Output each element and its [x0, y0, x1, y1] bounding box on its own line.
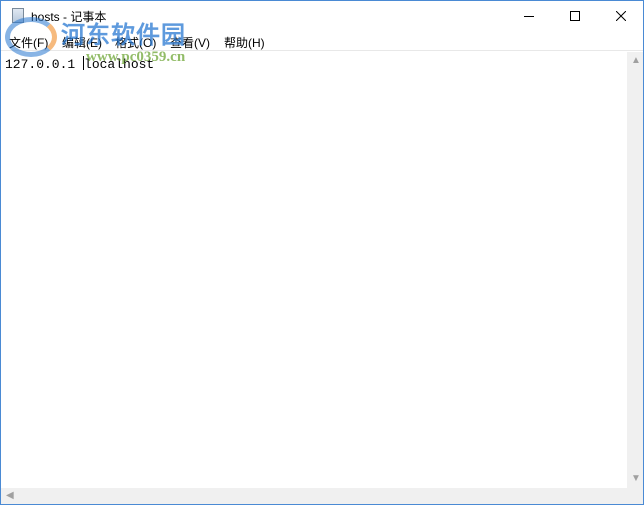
- menu-bar: 文件(F) 编辑(E) 格式(O) 查看(V) 帮助(H): [1, 31, 643, 51]
- horizontal-scrollbar[interactable]: ◀: [1, 488, 627, 504]
- menu-file[interactable]: 文件(F): [9, 34, 48, 51]
- scroll-up-icon[interactable]: ▲: [631, 55, 641, 66]
- close-button[interactable]: [598, 1, 644, 31]
- notepad-icon: [12, 8, 24, 23]
- editor-text: 127.0.0.1: [5, 57, 84, 72]
- minimize-button[interactable]: [506, 1, 552, 31]
- notepad-window: hosts - 记事本 文件(F) 编辑(E) 格式(O) 查看(V) 帮助(H…: [0, 0, 644, 505]
- maximize-button[interactable]: [552, 1, 598, 31]
- vertical-scrollbar[interactable]: ▲ ▼: [627, 52, 643, 488]
- resize-grip-icon[interactable]: [627, 488, 643, 504]
- menu-format[interactable]: 格式(O): [115, 34, 156, 51]
- scroll-down-icon[interactable]: ▼: [631, 473, 641, 484]
- title-bar[interactable]: hosts - 记事本: [1, 1, 643, 31]
- menu-view[interactable]: 查看(V): [170, 34, 210, 51]
- maximize-icon: [570, 11, 580, 21]
- editor-text-after-caret: localhost: [84, 57, 155, 72]
- menu-edit[interactable]: 编辑(E): [62, 34, 102, 51]
- minimize-icon: [524, 16, 534, 17]
- close-icon: [616, 11, 626, 21]
- window-title: hosts - 记事本: [31, 10, 107, 24]
- text-editor[interactable]: 127.0.0.1 localhost: [1, 52, 627, 488]
- scroll-left-icon[interactable]: ◀: [6, 490, 14, 501]
- menu-help[interactable]: 帮助(H): [224, 34, 265, 51]
